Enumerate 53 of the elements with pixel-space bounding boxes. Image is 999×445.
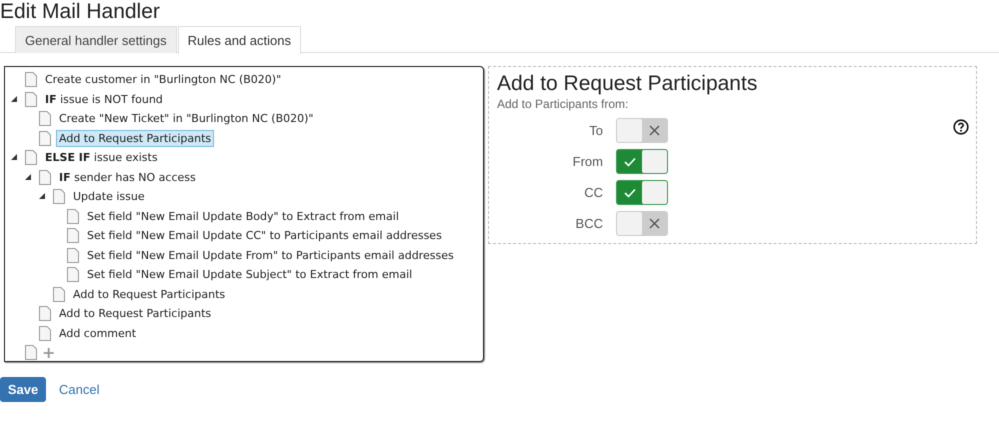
tree-item[interactable]: IF sender has NO access <box>56 168 199 186</box>
document-icon <box>67 248 79 263</box>
help-icon[interactable] <box>953 119 969 135</box>
toggle-label: BCC <box>574 216 603 231</box>
tree-item[interactable]: Add to Request Participants <box>56 130 214 147</box>
toggle-label: From <box>572 154 603 169</box>
check-icon <box>624 156 636 166</box>
cross-icon <box>649 125 660 136</box>
document-icon <box>53 286 65 302</box>
document-icon <box>25 150 37 166</box>
tree-item[interactable]: Set field "New Email Update From" to Participants email addresses <box>84 246 457 264</box>
toggle-label: CC <box>583 185 603 200</box>
expand-arrow-icon[interactable] <box>11 154 18 162</box>
expand-arrow-icon[interactable] <box>25 174 32 181</box>
document-icon <box>25 92 37 107</box>
tree-item[interactable]: Set field "New Email Update Body" to Extract from email <box>84 208 402 225</box>
tree-item[interactable]: Add comment <box>56 324 140 342</box>
document-icon <box>39 170 51 185</box>
document-icon <box>67 228 79 244</box>
toggle-switch[interactable] <box>616 180 668 205</box>
document-icon <box>39 306 51 322</box>
tree-item[interactable]: Create customer in "Burlington NC (B020)" <box>42 71 284 88</box>
tree-item[interactable]: Add to Request Participants <box>56 305 214 322</box>
toggle-label: To <box>588 123 603 138</box>
document-icon <box>25 72 37 88</box>
tab[interactable]: Rules and actions <box>178 26 301 54</box>
check-icon <box>624 188 636 198</box>
panel-title: Add to Request Participants <box>497 71 758 97</box>
document-icon <box>67 267 79 282</box>
document-icon <box>25 345 37 360</box>
save-button[interactable]: Save <box>0 377 46 402</box>
tree-item[interactable]: Set field "New Email Update Subject" to Extract from email <box>84 266 416 284</box>
panel-subtitle: Add to Participants from: <box>497 97 630 111</box>
toggle-switch[interactable] <box>616 118 668 143</box>
toggle-switch[interactable] <box>616 149 668 174</box>
document-icon <box>39 326 51 341</box>
tab[interactable]: General handler settings <box>15 26 177 53</box>
expand-arrow-icon[interactable] <box>11 96 18 103</box>
tree-item[interactable]: ELSE IF issue exists <box>42 149 161 166</box>
document-icon <box>39 111 51 126</box>
tree-item[interactable]: Add to Request Participants <box>70 286 228 303</box>
cross-icon <box>649 218 660 229</box>
document-icon <box>67 208 79 224</box>
document-icon <box>39 130 51 146</box>
cancel-link[interactable]: Cancel <box>59 382 100 397</box>
page-title: Edit Mail Handler <box>0 0 161 24</box>
toggle-switch[interactable] <box>616 211 668 236</box>
expand-arrow-icon[interactable] <box>39 193 46 200</box>
tree-item[interactable]: Create "New Ticket" in "Burlington NC (B020)" <box>56 110 316 128</box>
tree-item[interactable]: IF issue is NOT found <box>42 90 166 108</box>
document-icon <box>53 189 65 204</box>
tree-item[interactable]: Update issue <box>70 188 148 206</box>
tree-item[interactable]: Set field "New Email Update CC" to Participants email addresses <box>84 227 445 244</box>
